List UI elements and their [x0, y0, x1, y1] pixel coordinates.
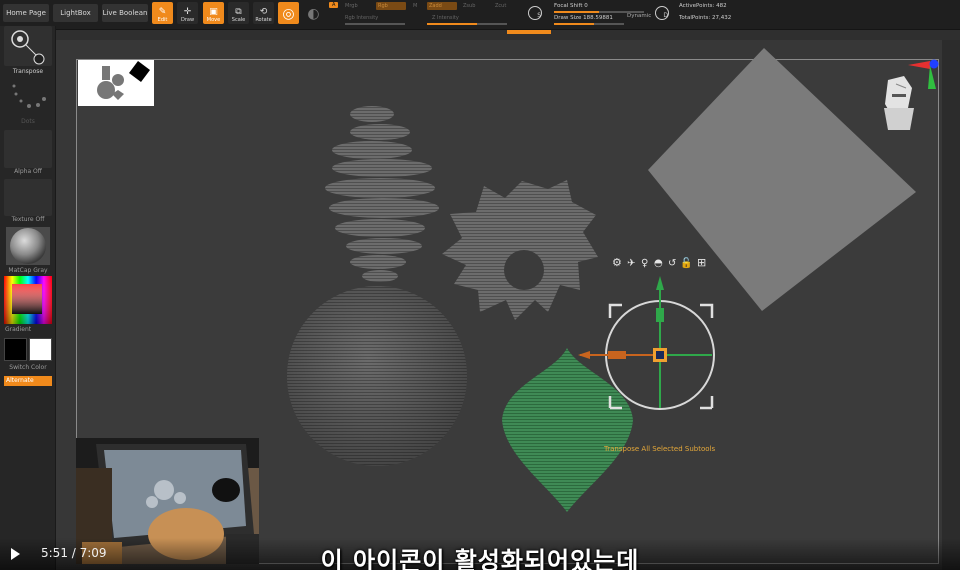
x-axis-arrow-icon[interactable]	[578, 351, 590, 359]
gizmo-mark-icon[interactable]: ♀	[641, 258, 648, 269]
gizmo-mask-icon[interactable]: ◓	[654, 258, 663, 269]
gizmo-toolbar: ⚙ ✈ ♀ ◓ ↺ 🔓 ⊞	[612, 256, 706, 269]
y-axis-arrow-icon[interactable]	[656, 276, 664, 290]
zbrush-window: Home Page LightBox Live Boolean ✎ Edit ✛…	[0, 0, 960, 570]
gizmo-settings-icon[interactable]: ⚙	[612, 256, 622, 269]
gizmo-lock-icon[interactable]: 🔓	[680, 256, 692, 269]
plane-mesh[interactable]	[648, 48, 916, 311]
transpose-mode-label: Transpose All Selected Subtools	[604, 445, 716, 453]
gizmo-customize-icon[interactable]: ⊞	[697, 256, 706, 269]
navigation-head[interactable]	[884, 76, 914, 130]
subtitle-caption: 이 아이콘이 활성화되어있는데	[320, 547, 640, 570]
gizmo-pin-icon[interactable]: ✈	[627, 258, 635, 269]
gear-mesh[interactable]	[442, 180, 598, 320]
sphere-mesh[interactable]	[287, 286, 467, 466]
spiral-mesh[interactable]	[325, 106, 439, 282]
axis-indicator-icon[interactable]	[908, 59, 939, 90]
gizmo-reset-icon[interactable]: ↺	[668, 258, 676, 269]
green-diamond-mesh[interactable]	[502, 348, 633, 512]
